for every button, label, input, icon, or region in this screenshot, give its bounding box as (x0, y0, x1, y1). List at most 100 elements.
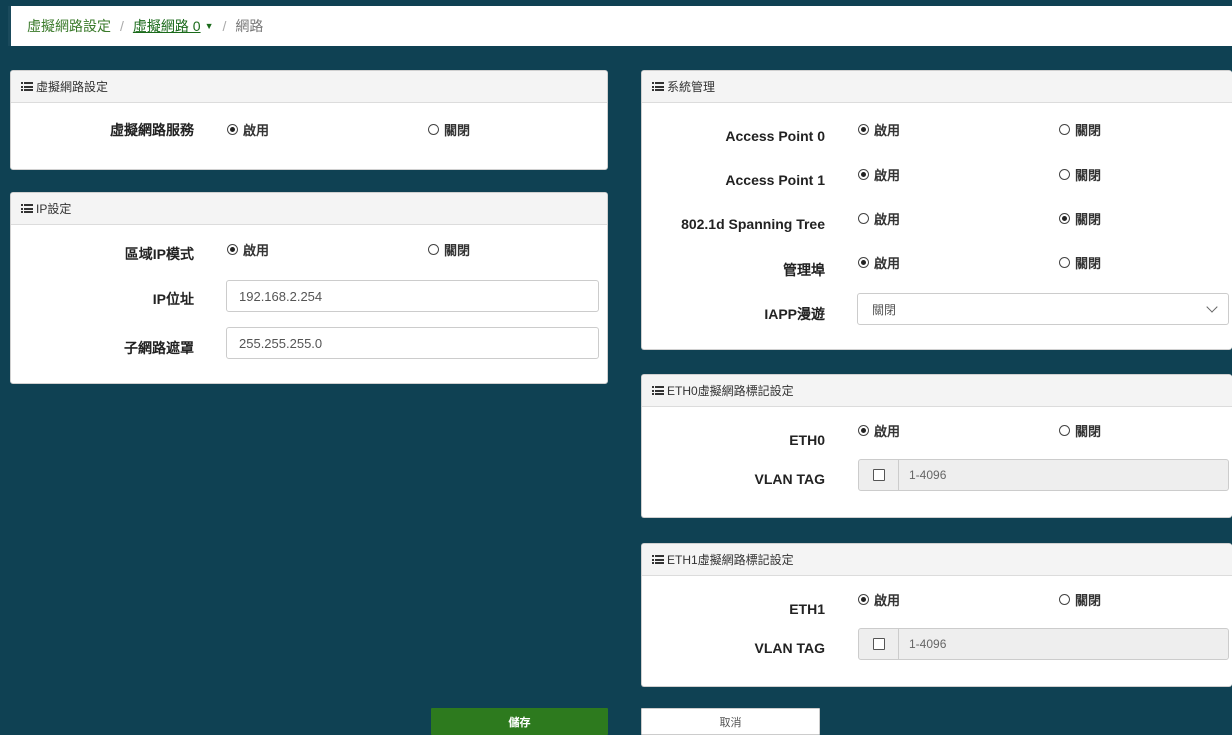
radio-label: 啟用 (874, 593, 901, 608)
breadcrumb-separator: / (120, 18, 124, 34)
ap0-label: Access Point 0 (725, 128, 825, 144)
radio-checked-icon (227, 244, 238, 255)
eth0-vlan-tag-group: 1-4096 (858, 459, 1229, 491)
radio-checked-icon (858, 169, 869, 180)
eth1-label: ETH1 (789, 601, 825, 617)
list-icon (652, 555, 664, 564)
cancel-button[interactable]: 取消 (641, 708, 820, 735)
eth0-vlan-checkbox[interactable] (872, 469, 885, 481)
save-button[interactable]: 儲存 (431, 708, 608, 735)
radio-label: 關閉 (1075, 424, 1102, 439)
panel-title: 虛擬網路設定 (36, 80, 109, 94)
radio-checked-icon (858, 257, 869, 268)
breadcrumb-vnet-settings[interactable]: 虛擬網路設定 (27, 16, 111, 36)
iapp-roaming-label: IAPP漫遊 (764, 306, 825, 322)
radio-label: 啟用 (874, 168, 901, 183)
radio-checked-icon (227, 124, 238, 135)
lan-ip-mode-label: 區域IP模式 (124, 246, 194, 262)
radio-label: 關閉 (444, 243, 471, 258)
radio-checked-icon (858, 124, 869, 135)
chevron-down-icon (1206, 301, 1218, 313)
iapp-roaming-select[interactable]: 關閉 (857, 293, 1229, 325)
eth0-vlan-tag-label: VLAN TAG (754, 471, 825, 487)
eth0-vlan-panel: ETH0虛擬網路標記設定 ETH0 啟用 關閉 VLAN TAG 1-4096 (641, 374, 1232, 518)
panel-title: 系統管理 (667, 80, 716, 94)
spanning-tree-label: 802.1d Spanning Tree (681, 216, 825, 232)
radio-unchecked-icon (1059, 594, 1070, 605)
vnet-settings-panel: 虛擬網路設定 虛擬網路服務 啟用 關閉 (10, 70, 608, 170)
radio-unchecked-icon (858, 213, 869, 224)
breadcrumb-separator: / (222, 18, 227, 34)
vnet-service-enable-radio[interactable]: 啟用 (227, 120, 269, 139)
eth1-vlan-panel: ETH1虛擬網路標記設定 ETH1 啟用 關閉 VLAN TAG 1-4096 (641, 543, 1232, 687)
radio-label: 啟用 (874, 123, 901, 138)
management-port-disable-radio[interactable]: 關閉 (1059, 253, 1101, 272)
radio-label: 關閉 (444, 123, 471, 138)
radio-unchecked-icon (1059, 124, 1070, 135)
eth1-vlan-tag-input[interactable]: 1-4096 (899, 637, 946, 651)
radio-label: 啟用 (874, 424, 901, 439)
radio-label: 啟用 (243, 123, 270, 138)
radio-label: 關閉 (1075, 593, 1102, 608)
ap1-enable-radio[interactable]: 啟用 (858, 165, 900, 184)
panel-header: 系統管理 (642, 71, 1232, 103)
radio-unchecked-icon (1059, 257, 1070, 268)
subnet-mask-input[interactable]: 255.255.255.0 (226, 327, 599, 359)
panel-title: IP設定 (36, 202, 72, 216)
eth0-disable-radio[interactable]: 關閉 (1059, 421, 1101, 440)
eth1-disable-radio[interactable]: 關閉 (1059, 590, 1101, 609)
radio-checked-icon (1059, 213, 1070, 224)
management-port-label: 管理埠 (783, 262, 825, 278)
radio-label: 關閉 (1075, 256, 1102, 271)
radio-label: 關閉 (1075, 168, 1102, 183)
ap1-label: Access Point 1 (725, 172, 825, 188)
breadcrumb: 虛擬網路設定 / 虛擬網路 0 ▼ / 網路 (8, 6, 1232, 46)
panel-header: 虛擬網路設定 (11, 71, 607, 103)
eth0-vlan-tag-input[interactable]: 1-4096 (899, 468, 946, 482)
breadcrumb-current: 網路 (235, 18, 264, 34)
breadcrumb-vnet-0-dropdown[interactable]: 虛擬網路 0 (133, 16, 201, 36)
lan-ip-mode-enable-radio[interactable]: 啟用 (227, 240, 269, 259)
radio-checked-icon (858, 594, 869, 605)
lan-ip-mode-disable-radio[interactable]: 關閉 (428, 240, 470, 259)
caret-down-icon[interactable]: ▼ (205, 21, 214, 31)
vnet-service-label: 虛擬網路服務 (110, 122, 194, 138)
panel-title: ETH1虛擬網路標記設定 (667, 553, 794, 567)
list-icon (21, 82, 33, 91)
eth0-vlan-checkbox-addon[interactable] (859, 460, 899, 490)
panel-header: IP設定 (11, 193, 607, 225)
panel-title: ETH0虛擬網路標記設定 (667, 384, 794, 398)
eth1-vlan-tag-label: VLAN TAG (754, 640, 825, 656)
spanning-tree-enable-radio[interactable]: 啟用 (858, 209, 900, 228)
ip-address-input[interactable]: 192.168.2.254 (226, 280, 599, 312)
eth0-enable-radio[interactable]: 啟用 (858, 421, 900, 440)
subnet-mask-label: 子網路遮罩 (124, 340, 194, 356)
list-icon (652, 82, 664, 91)
radio-label: 關閉 (1075, 212, 1102, 227)
vnet-service-disable-radio[interactable]: 關閉 (428, 120, 470, 139)
list-icon (652, 386, 664, 395)
radio-checked-icon (858, 425, 869, 436)
panel-header: ETH1虛擬網路標記設定 (642, 544, 1232, 576)
ap0-enable-radio[interactable]: 啟用 (858, 120, 900, 139)
panel-header: ETH0虛擬網路標記設定 (642, 375, 1232, 407)
radio-unchecked-icon (428, 124, 439, 135)
radio-unchecked-icon (428, 244, 439, 255)
radio-label: 啟用 (243, 243, 270, 258)
radio-unchecked-icon (1059, 169, 1070, 180)
system-management-panel: 系統管理 Access Point 0 啟用 關閉 Access Point 1… (641, 70, 1232, 350)
select-value: 關閉 (872, 302, 897, 317)
eth1-vlan-tag-group: 1-4096 (858, 628, 1229, 660)
ip-settings-panel: IP設定 區域IP模式 啟用 關閉 IP位址 192.168.2.254 子網路… (10, 192, 608, 384)
radio-label: 關閉 (1075, 123, 1102, 138)
radio-unchecked-icon (1059, 425, 1070, 436)
list-icon (21, 204, 33, 213)
eth1-enable-radio[interactable]: 啟用 (858, 590, 900, 609)
ap1-disable-radio[interactable]: 關閉 (1059, 165, 1101, 184)
eth1-vlan-checkbox-addon[interactable] (859, 629, 899, 659)
spanning-tree-disable-radio[interactable]: 關閉 (1059, 209, 1101, 228)
eth1-vlan-checkbox[interactable] (872, 638, 885, 650)
management-port-enable-radio[interactable]: 啟用 (858, 253, 900, 272)
ap0-disable-radio[interactable]: 關閉 (1059, 120, 1101, 139)
eth0-label: ETH0 (789, 432, 825, 448)
